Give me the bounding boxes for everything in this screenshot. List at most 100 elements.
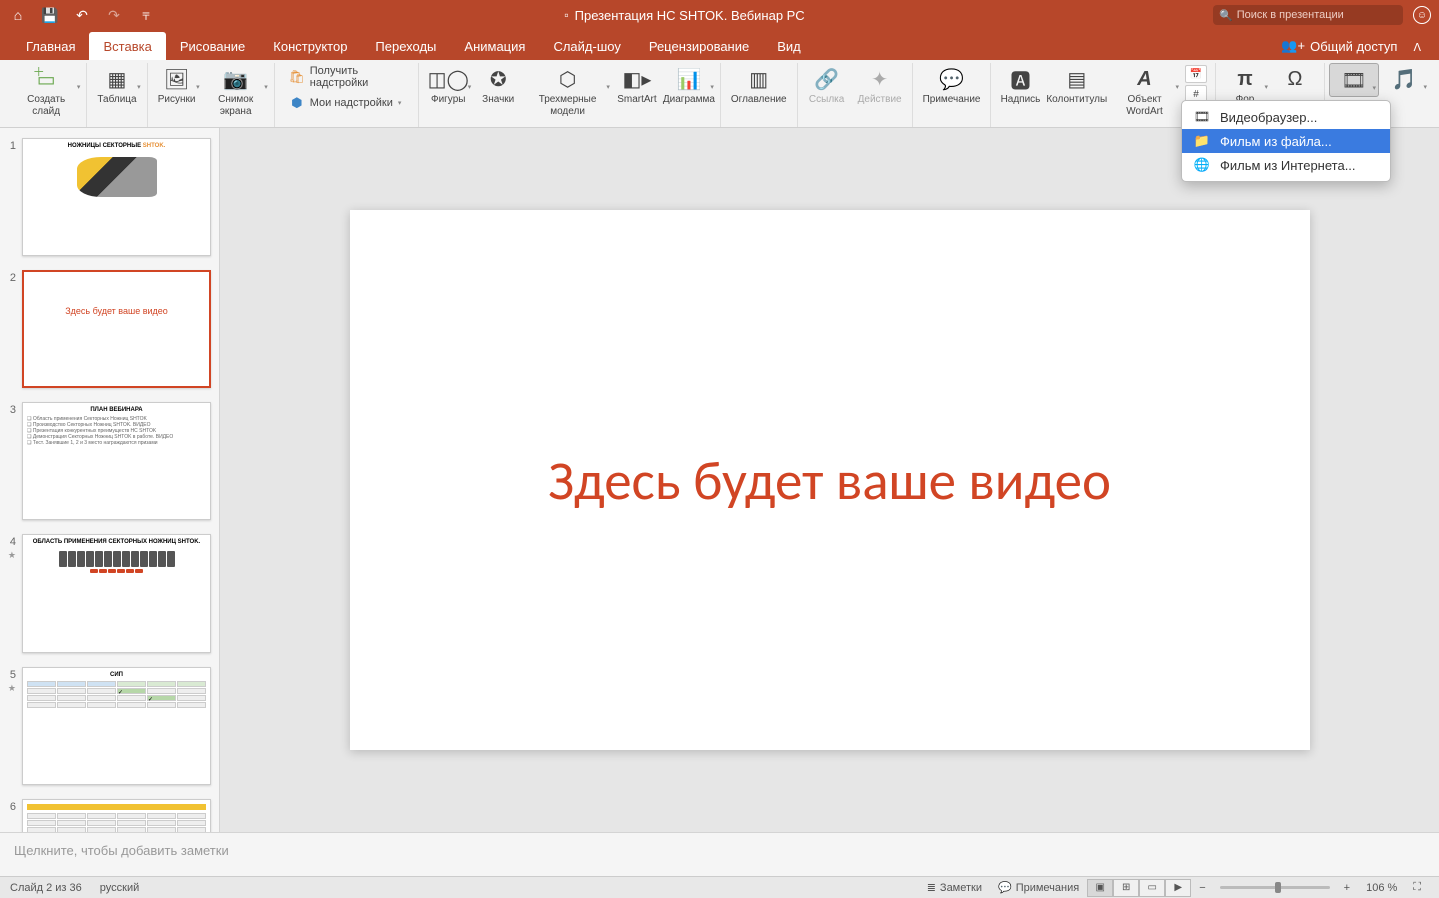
qat-more-icon[interactable]: 〒 xyxy=(136,5,156,25)
redo-icon[interactable]: ↷ xyxy=(104,5,124,25)
audio-button[interactable]: 🎵 ▾ xyxy=(1379,63,1429,95)
powerpoint-icon: ▫ xyxy=(564,8,568,22)
notes-pane[interactable]: Щелкните, чтобы добавить заметки xyxy=(0,832,1439,876)
3dmodels-button[interactable]: ⬡ Трехмерные модели▾ xyxy=(523,63,612,119)
table-button[interactable]: ▦ Таблица▾ xyxy=(91,63,142,108)
slide-thumbnail-5[interactable]: СИП ✓✓ xyxy=(22,667,211,785)
video-icon: 🎞 xyxy=(1341,66,1366,94)
thumb-index: 1 xyxy=(4,138,22,256)
toc-button[interactable]: ▥ Оглавление xyxy=(725,63,793,108)
reading-view-button[interactable]: ▭ xyxy=(1139,879,1165,897)
globe-icon: 🌐 xyxy=(1194,157,1210,173)
icons-button[interactable]: ✪ Значки xyxy=(473,63,523,108)
slide-thumbnail-3[interactable]: ПЛАН ВЕБИНАРА ❑ Область применения Секто… xyxy=(22,402,211,520)
zoom-percent[interactable]: 106 % xyxy=(1358,882,1405,894)
document-title: ▫ Презентация НС SHTOK. Вебинар РС xyxy=(156,8,1213,23)
screenshot-button[interactable]: 📷 Снимок экрана▾ xyxy=(202,63,270,119)
slide-main-text[interactable]: Здесь будет ваше видео xyxy=(548,447,1111,514)
shapes-button[interactable]: ◫◯ Фигуры▾ xyxy=(423,63,473,108)
wordart-button[interactable]: A Объект WordArt▾ xyxy=(1108,63,1181,119)
video-from-file-item[interactable]: 📁 Фильм из файла... xyxy=(1182,129,1390,153)
symbol-button[interactable]: Ω xyxy=(1270,63,1320,96)
video-from-internet-item[interactable]: 🌐 Фильм из Интернета... xyxy=(1182,153,1390,177)
home-icon[interactable]: ⌂ xyxy=(8,5,28,25)
action-icon: ✦ xyxy=(871,65,888,93)
language-indicator[interactable]: русский xyxy=(100,882,139,894)
video-dropdown: 🎞 Видеобраузер... 📁 Фильм из файла... 🌐 … xyxy=(1181,100,1391,182)
chart-button[interactable]: 📊 Диаграмма▾ xyxy=(662,63,716,108)
slide-thumbnail-2[interactable]: Здесь будет ваше видео xyxy=(22,270,211,388)
undo-icon[interactable]: ↶ xyxy=(72,5,92,25)
tab-draw[interactable]: Рисование xyxy=(166,32,259,60)
wordart-icon: A xyxy=(1137,65,1151,93)
tab-insert[interactable]: Вставка xyxy=(89,32,165,60)
canvas-wrap: Здесь будет ваше видео xyxy=(220,128,1439,832)
slideshow-view-button[interactable]: ▶ xyxy=(1165,879,1191,897)
thumb-index: 2 xyxy=(4,270,22,388)
comment-icon: 💬 xyxy=(939,65,964,93)
thumb2-text: Здесь будет ваше видео xyxy=(28,306,205,316)
toc-icon: ▥ xyxy=(749,65,768,93)
video-from-internet-label: Фильм из Интернета... xyxy=(1220,158,1356,173)
tab-home[interactable]: Главная xyxy=(12,32,89,60)
tab-slideshow[interactable]: Слайд-шоу xyxy=(539,32,634,60)
fit-to-window-button[interactable]: ⛶ xyxy=(1405,881,1429,894)
sorter-view-button[interactable]: ⊞ xyxy=(1113,879,1139,897)
collapse-ribbon-icon[interactable]: ᐱ xyxy=(1407,35,1427,60)
work-area: 1 НОЖНИЦЫ СЕКТОРНЫЕ SHTOK. 2 Здесь будет… xyxy=(0,128,1439,832)
zoom-in-button[interactable]: + xyxy=(1336,882,1358,894)
table-icon: ▦ xyxy=(108,65,127,93)
comment-button[interactable]: 💬 Примечание xyxy=(917,63,987,108)
user-avatar[interactable]: ☺ xyxy=(1413,6,1431,24)
new-slide-button[interactable]: ▭＋ Создать слайд▾ xyxy=(10,63,82,119)
symbol-icon: Ω xyxy=(1288,65,1303,93)
thumb-index: 5★ xyxy=(4,667,22,785)
comments-icon: 💬 xyxy=(998,881,1012,894)
share-button[interactable]: 👥+ Общий доступ xyxy=(1271,32,1407,60)
thumb-index: 6 xyxy=(4,799,22,832)
title-text: Презентация НС SHTOK. Вебинар РС xyxy=(575,8,805,23)
number-icon: # xyxy=(1193,89,1199,100)
slide-thumbnail-1[interactable]: НОЖНИЦЫ СЕКТОРНЫЕ SHTOK. xyxy=(22,138,211,256)
zoom-knob[interactable] xyxy=(1275,882,1281,893)
tab-view[interactable]: Вид xyxy=(763,32,815,60)
slide-canvas-area[interactable]: Здесь будет ваше видео xyxy=(220,128,1439,832)
link-button: 🔗 Ссылка xyxy=(802,63,852,108)
textbox-icon: 🅰 xyxy=(1010,65,1030,93)
headerfooter-button[interactable]: ▤ Колонтитулы xyxy=(1045,63,1108,108)
video-browser-item[interactable]: 🎞 Видеобраузер... xyxy=(1182,105,1390,129)
new-slide-icon: ▭＋ xyxy=(37,67,56,92)
slide-thumbnails-panel[interactable]: 1 НОЖНИЦЫ СЕКТОРНЫЕ SHTOK. 2 Здесь будет… xyxy=(0,128,220,832)
current-slide[interactable]: Здесь будет ваше видео xyxy=(350,210,1310,750)
slide-thumbnail-4[interactable]: ОБЛАСТЬ ПРИМЕНЕНИЯ СЕКТОРНЫХ НОЖНИЦ SHTO… xyxy=(22,534,211,652)
search-input[interactable]: 🔍 Поиск в презентации xyxy=(1213,5,1403,25)
smartart-button[interactable]: ◧▸ SmartArt xyxy=(612,63,662,108)
get-addins-button[interactable]: 🛍 Получить надстройки xyxy=(285,63,408,91)
get-addins-label: Получить надстройки xyxy=(310,65,404,89)
link-icon: 🔗 xyxy=(814,65,839,93)
slide-position: Слайд 2 из 36 xyxy=(10,882,82,894)
titlebar: ⌂ 💾 ↶ ↷ 〒 ▫ Презентация НС SHTOK. Вебина… xyxy=(0,0,1439,30)
comments-toggle[interactable]: 💬 Примечания xyxy=(990,881,1087,894)
notes-placeholder: Щелкните, чтобы добавить заметки xyxy=(14,843,229,858)
save-icon[interactable]: 💾 xyxy=(40,5,60,25)
notes-toggle[interactable]: ≣ Заметки xyxy=(919,881,990,894)
pictures-button[interactable]: 🖼 Рисунки▾ xyxy=(152,63,202,108)
my-addins-button[interactable]: ⬢ Мои надстройки ▾ xyxy=(285,93,408,113)
tab-design[interactable]: Конструктор xyxy=(259,32,361,60)
normal-view-button[interactable]: ▣ xyxy=(1087,879,1113,897)
status-bar: Слайд 2 из 36 русский ≣ Заметки 💬 Примеч… xyxy=(0,876,1439,898)
date-button[interactable]: 📅 xyxy=(1185,65,1207,83)
zoom-out-button[interactable]: − xyxy=(1191,882,1213,894)
search-icon: 🔍 xyxy=(1219,9,1233,22)
video-button[interactable]: 🎞 ▾ xyxy=(1329,63,1379,97)
tab-animations[interactable]: Анимация xyxy=(450,32,539,60)
store-icon: 🛍 xyxy=(289,69,305,85)
slide-thumbnail-6[interactable] xyxy=(22,799,211,832)
tab-review[interactable]: Рецензирование xyxy=(635,32,763,60)
textbox-button[interactable]: 🅰 Надпись xyxy=(995,63,1045,108)
tab-transitions[interactable]: Переходы xyxy=(361,32,450,60)
shapes-icon: ◫◯ xyxy=(428,65,469,93)
notes-icon: ≣ xyxy=(927,881,936,894)
zoom-slider[interactable] xyxy=(1220,886,1330,889)
